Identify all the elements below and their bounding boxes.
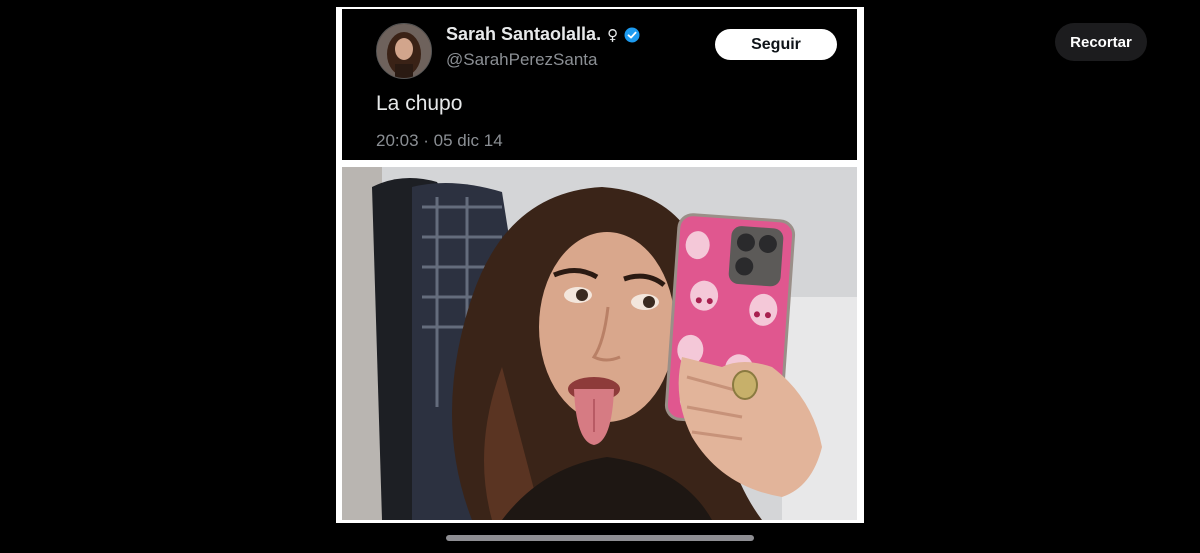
crop-button[interactable]: Recortar — [1055, 23, 1147, 61]
scroll-indicator[interactable] — [446, 535, 754, 541]
tweet-timestamp: 20:03 · 05 dic 14 — [376, 131, 503, 150]
tweet-text: La chupo — [376, 92, 463, 115]
follow-button: Seguir — [715, 29, 837, 60]
display-name: Sarah Santaolalla. — [446, 24, 602, 44]
name-row: Sarah Santaolalla. ♀ — [446, 24, 640, 45]
screenshot-image: Sarah Santaolalla. ♀ @SarahPerezSanta Se… — [336, 7, 864, 523]
avatar — [376, 23, 432, 79]
selfie-photo — [342, 167, 857, 520]
selfie-photo-illustration — [342, 167, 857, 520]
avatar-image — [377, 24, 431, 78]
tweet-card: Sarah Santaolalla. ♀ @SarahPerezSanta Se… — [342, 9, 857, 160]
user-handle: @SarahPerezSanta — [446, 50, 598, 69]
female-symbol-icon: ♀ — [607, 25, 619, 44]
image-viewer: Recortar Sarah Santaolalla. ♀ @SarahPere… — [0, 0, 1200, 553]
verified-badge-icon — [624, 27, 640, 42]
